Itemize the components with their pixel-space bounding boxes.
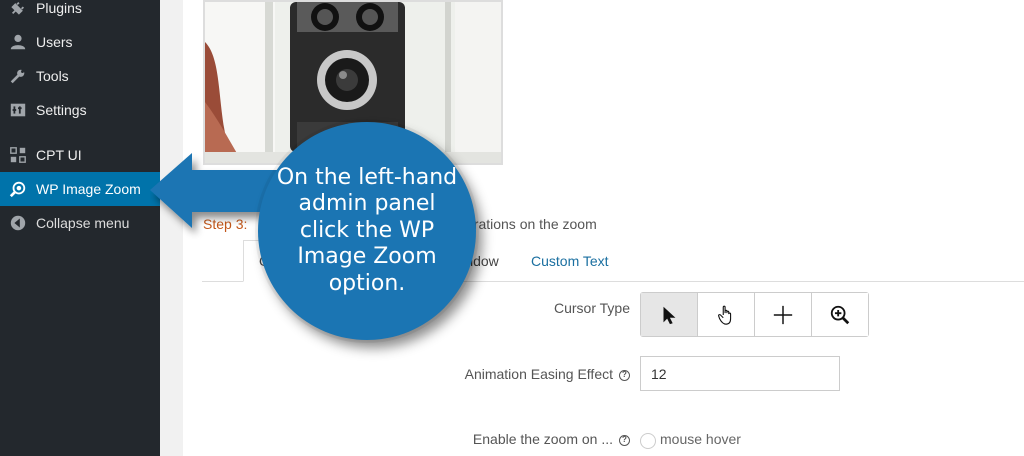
settings-icon (0, 101, 36, 119)
zoom-icon (0, 180, 36, 198)
mouse-hover-label: mouse hover (660, 431, 741, 447)
sidebar-item-settings[interactable]: Settings (0, 93, 160, 127)
collapse-icon (0, 214, 36, 232)
mouse-hover-radio[interactable] (640, 433, 656, 449)
sidebar-item-users[interactable]: Users (0, 25, 160, 59)
crosshair-cursor-icon (773, 305, 793, 324)
enable-zoom-label: Enable the zoom on ...? (473, 431, 630, 447)
sidebar-item-cpt-ui[interactable]: CPT UI (0, 138, 160, 172)
cursor-type-label: Cursor Type (554, 300, 630, 316)
grid-icon (0, 146, 36, 164)
callout-bubble: On the left-hand admin panel click the W… (258, 122, 476, 340)
hand-cursor-icon (718, 305, 732, 325)
animation-easing-input[interactable] (640, 356, 840, 391)
sidebar-item-tools[interactable]: Tools (0, 59, 160, 93)
help-icon[interactable]: ? (619, 369, 630, 381)
sidebar-item-plugins[interactable]: Plugins (0, 0, 160, 25)
zoom-cursor-icon (830, 305, 850, 324)
tab-custom-text[interactable]: Custom Text (516, 240, 624, 282)
arrow-cursor-icon (663, 306, 676, 324)
zoom-cursor-option[interactable] (812, 293, 868, 336)
crosshair-cursor-option[interactable] (755, 293, 812, 336)
cursor-type-selector (640, 292, 869, 337)
hand-cursor-option[interactable] (698, 293, 755, 336)
collapse-menu-button[interactable]: Collapse menu (0, 206, 160, 240)
callout-text: On the left-hand admin panel click the W… (276, 165, 458, 296)
user-icon (0, 33, 36, 51)
wrench-icon (0, 67, 36, 85)
admin-sidebar: Plugins Users Tools Settings CPT UI WP I… (0, 0, 160, 456)
plugin-icon (0, 0, 36, 17)
help-icon[interactable]: ? (619, 434, 630, 446)
animation-easing-label: Animation Easing Effect? (465, 366, 630, 382)
arrow-cursor-option[interactable] (641, 293, 698, 336)
sidebar-item-wp-image-zoom[interactable]: WP Image Zoom (0, 172, 160, 206)
